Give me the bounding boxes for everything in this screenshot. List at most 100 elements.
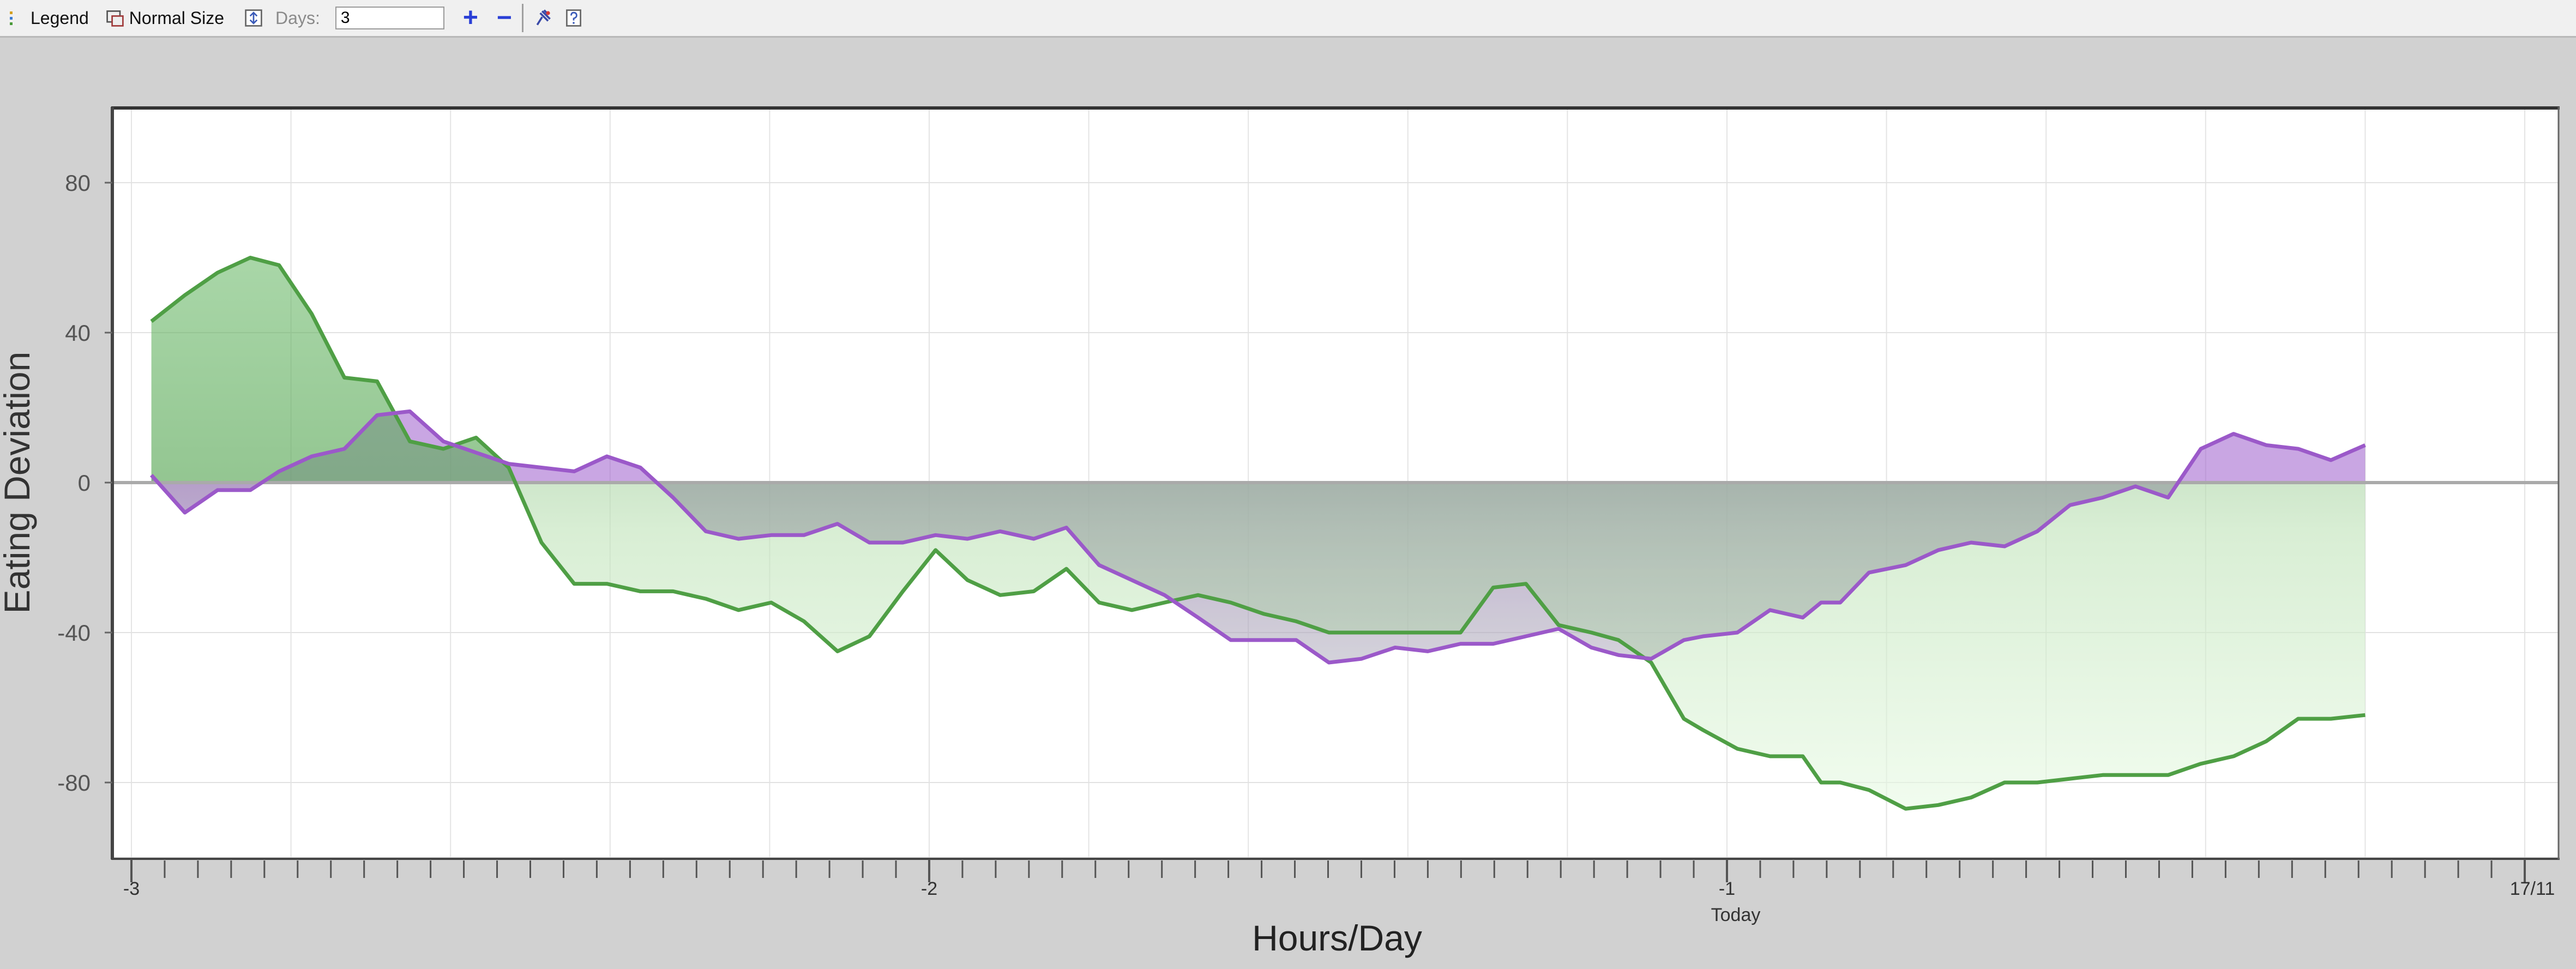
chart-panel: 80 40 0 -40 -80 -3 -2 -1 17/11 Today Hours/Day … — [0, 38, 2576, 966]
data-point — [249, 489, 251, 491]
data-point — [1591, 647, 1592, 648]
data-point — [705, 531, 707, 532]
data-point — [344, 448, 345, 450]
data-point — [1591, 632, 1592, 634]
data-point — [1098, 602, 1100, 604]
data-point — [967, 579, 968, 581]
data-point — [1427, 651, 1429, 652]
data-point — [1802, 617, 1803, 618]
data-point — [409, 411, 411, 412]
eating-deviation-chart: 80400-40-80 -3 -2 -1 17/11 Today Hours/Day … — [0, 106, 2560, 958]
data-point — [2233, 433, 2235, 435]
data-point — [311, 313, 312, 315]
data-point — [1197, 617, 1199, 618]
data-point — [2330, 718, 2332, 720]
data-point — [1737, 632, 1738, 634]
data-point — [2168, 774, 2169, 776]
data-point — [1820, 782, 1822, 784]
data-point — [1492, 587, 1494, 588]
y-tick-label: -80 — [57, 770, 91, 796]
data-point — [2297, 448, 2299, 450]
data-point — [1839, 602, 1841, 604]
y-axis-title: Eating Deviation — [0, 352, 37, 614]
data-point — [1328, 662, 1329, 664]
data-point — [540, 467, 542, 468]
data-point — [2135, 485, 2136, 487]
data-point — [803, 534, 805, 536]
data-point — [869, 635, 870, 637]
days-input[interactable] — [335, 7, 444, 29]
pin-button[interactable] — [533, 2, 557, 34]
data-point — [1295, 639, 1297, 641]
data-point — [2004, 545, 2006, 547]
data-point — [249, 257, 251, 258]
pin-icon — [536, 9, 551, 26]
data-point — [1868, 572, 1870, 574]
data-point — [508, 463, 509, 465]
normal-size-button[interactable]: Normal Size — [105, 2, 224, 34]
data-point — [376, 381, 378, 382]
data-point — [1066, 568, 1067, 570]
data-point — [2330, 459, 2332, 461]
data-point — [1702, 635, 1704, 637]
data-point — [1820, 602, 1822, 604]
plus-icon[interactable]: + — [463, 5, 478, 31]
data-point — [1295, 621, 1297, 622]
expand-button[interactable] — [244, 2, 268, 34]
data-point — [771, 602, 772, 604]
data-point — [640, 467, 641, 468]
data-point — [217, 489, 219, 491]
minus-icon[interactable]: − — [497, 5, 512, 31]
data-point — [1066, 527, 1067, 528]
data-point — [1361, 658, 1362, 660]
data-point — [1905, 564, 1906, 566]
data-point — [1651, 658, 1652, 660]
data-point — [902, 542, 904, 544]
help-button[interactable] — [564, 2, 588, 34]
x-tick-label: -1 — [1719, 878, 1735, 899]
data-point — [151, 474, 152, 476]
data-point — [1262, 613, 1264, 615]
data-point — [1618, 654, 1620, 656]
data-point — [1033, 591, 1034, 592]
normal-size-icon — [106, 10, 124, 27]
data-point — [2200, 763, 2202, 765]
data-point — [1905, 808, 1906, 810]
data-point — [1230, 639, 1232, 641]
data-point — [476, 437, 477, 438]
data-point — [1131, 579, 1133, 581]
data-point — [2168, 497, 2169, 498]
normal-size-label: Normal Size — [129, 8, 225, 28]
today-label: Today — [1711, 905, 1761, 925]
data-point — [476, 452, 477, 454]
data-point — [1868, 789, 1870, 791]
data-point — [1558, 624, 1560, 626]
data-point — [738, 609, 739, 611]
data-point — [1492, 643, 1494, 645]
data-point — [573, 583, 575, 585]
data-point — [1033, 538, 1034, 540]
x-tick-label: 17/11 — [2510, 878, 2555, 899]
data-point — [2069, 778, 2071, 780]
data-point — [2200, 448, 2202, 450]
data-point — [1802, 755, 1803, 757]
data-point — [1970, 797, 1972, 798]
data-point — [672, 497, 674, 498]
x-tick-label: -2 — [921, 878, 937, 899]
data-point — [967, 538, 968, 540]
legend-button[interactable]: Legend — [7, 2, 89, 34]
data-point — [902, 591, 904, 592]
y-tick-label: 40 — [65, 320, 91, 346]
data-point — [705, 598, 707, 600]
data-point — [836, 523, 838, 525]
data-point — [217, 272, 219, 274]
data-point — [2069, 504, 2071, 506]
chart-toolbar: Legend Normal Size Days: + − — [0, 0, 2576, 38]
data-point — [1394, 647, 1396, 648]
data-point — [1770, 755, 1771, 757]
data-point — [1427, 632, 1429, 634]
data-point — [344, 377, 345, 378]
data-point — [443, 448, 444, 450]
data-point — [1618, 639, 1620, 641]
data-point — [1839, 782, 1841, 784]
